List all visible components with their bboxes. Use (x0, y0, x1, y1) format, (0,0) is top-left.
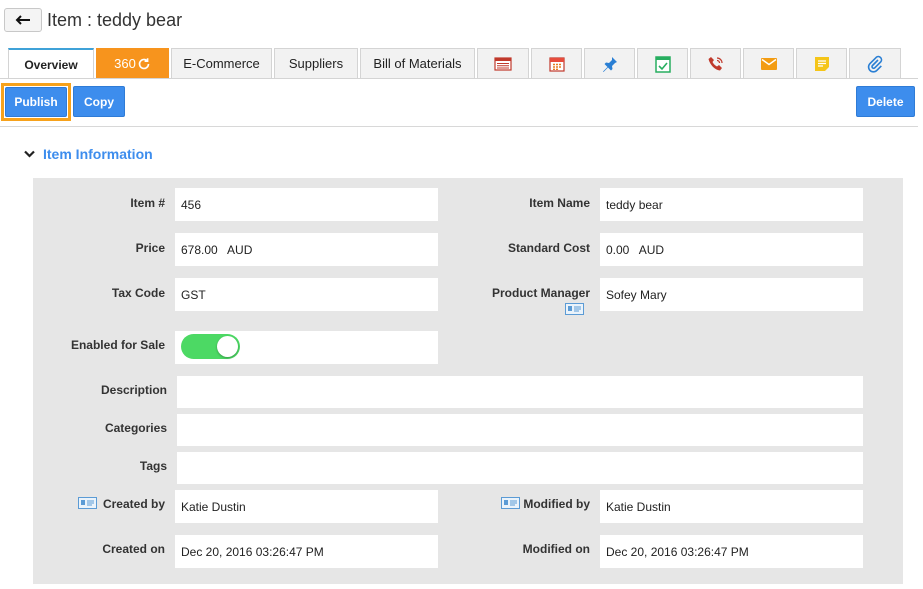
publish-button[interactable]: Publish (5, 87, 67, 117)
item-number-label: Item # (130, 196, 165, 210)
standard-cost-field[interactable]: 0.00 AUD (600, 233, 863, 266)
note-icon (814, 56, 829, 71)
modified-by-label: Modified by (523, 497, 590, 511)
description-field[interactable] (177, 376, 863, 408)
attachment-icon (867, 55, 883, 73)
categories-label: Categories (104, 421, 167, 435)
modified-on-label: Modified on (522, 542, 590, 556)
tab-ecommerce[interactable]: E-Commerce (171, 48, 272, 78)
created-on-field: Dec 20, 2016 03:26:47 PM (175, 535, 438, 568)
contact-card-icon[interactable] (501, 497, 520, 509)
categories-field[interactable] (177, 414, 863, 446)
created-on-label: Created on (102, 542, 165, 556)
chevron-down-icon (24, 150, 35, 158)
tax-code-label: Tax Code (111, 286, 165, 300)
tab-overview[interactable]: Overview (8, 48, 94, 79)
toggle-knob (217, 336, 238, 357)
tab-email[interactable] (743, 48, 794, 78)
contact-card-icon[interactable] (565, 303, 584, 315)
tab-notes[interactable] (796, 48, 847, 78)
section-header-item-information[interactable]: Item Information (24, 146, 153, 162)
price-label: Price (135, 241, 165, 255)
item-detail-page: Item : teddy bear Overview 360 E-Commerc… (0, 0, 923, 589)
modified-on-field: Dec 20, 2016 03:26:47 PM (600, 535, 863, 568)
description-label: Description (100, 383, 167, 397)
tax-code-field[interactable]: GST (175, 278, 438, 311)
item-number-field[interactable]: 456 (175, 188, 438, 221)
standard-cost-label: Standard Cost (507, 241, 590, 255)
back-arrow-icon (15, 15, 30, 25)
tab-bar: Overview 360 E-Commerce Suppliers Bill o… (8, 48, 903, 79)
item-name-label: Item Name (529, 196, 590, 210)
product-manager-field[interactable]: Sofey Mary (600, 278, 863, 311)
tab-task[interactable] (637, 48, 688, 78)
tab-360[interactable]: 360 (96, 48, 169, 78)
tab-suppliers[interactable]: Suppliers (274, 48, 358, 78)
tab-call[interactable] (690, 48, 741, 78)
price-field[interactable]: 678.00 AUD (175, 233, 438, 266)
phone-icon (708, 56, 723, 70)
created-by-label: Created by (102, 497, 165, 511)
toolbar-divider (0, 126, 918, 127)
task-icon (654, 55, 671, 73)
tags-label: Tags (139, 459, 167, 473)
page-title: Item : teddy bear (47, 10, 183, 30)
tags-field[interactable] (177, 452, 863, 484)
tab-attachments[interactable] (849, 48, 901, 78)
back-button[interactable] (4, 8, 42, 32)
tab-360-label: 360 (114, 56, 136, 71)
enabled-for-sale-label: Enabled for Sale (70, 338, 165, 352)
refresh-icon (138, 57, 150, 69)
copy-button[interactable]: Copy (73, 86, 125, 117)
contact-card-icon[interactable] (78, 497, 97, 509)
tab-divider (0, 78, 918, 79)
section-title: Item Information (43, 146, 153, 162)
email-icon (760, 57, 777, 70)
item-name-field[interactable]: teddy bear (600, 188, 863, 221)
product-manager-label: Product Manager (491, 286, 590, 300)
created-by-field[interactable]: Katie Dustin (175, 490, 438, 523)
enabled-for-sale-toggle[interactable] (181, 334, 240, 359)
tab-calendar[interactable] (531, 48, 582, 78)
delete-button[interactable]: Delete (856, 86, 915, 117)
pin-icon (602, 56, 617, 72)
tab-pin[interactable] (584, 48, 635, 78)
modified-by-field[interactable]: Katie Dustin (600, 490, 863, 523)
calendar-icon (548, 56, 565, 72)
report-icon (494, 56, 512, 71)
tab-report[interactable] (477, 48, 529, 78)
tab-bill-of-materials[interactable]: Bill of Materials (360, 48, 475, 78)
